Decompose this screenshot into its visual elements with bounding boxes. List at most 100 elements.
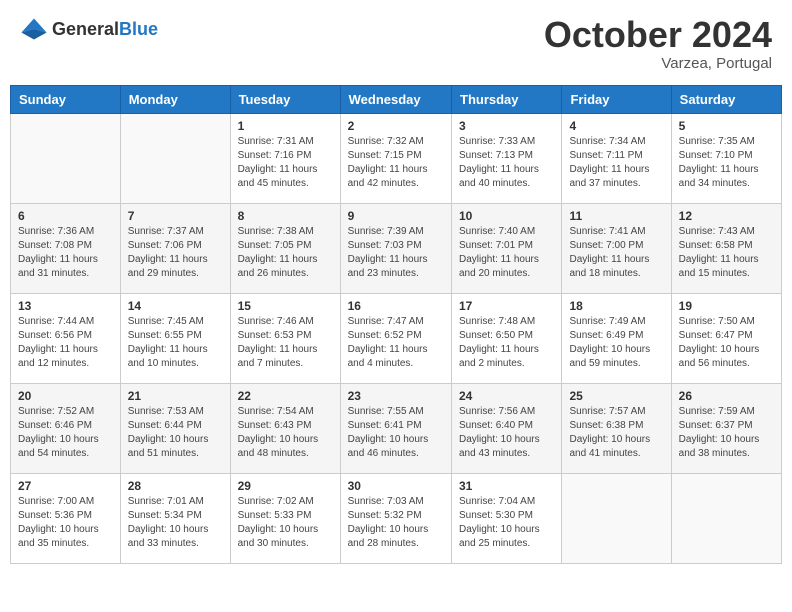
day-number: 7: [128, 209, 223, 223]
calendar-cell: 28 Sunrise: 7:01 AM Sunset: 5:34 PM Dayli…: [120, 473, 230, 563]
calendar-cell: 3Sunrise: 7:33 AM Sunset: 7:13 PM Daylig…: [452, 113, 562, 203]
logo-icon: [20, 15, 48, 43]
calendar-week-row: 6Sunrise: 7:36 AM Sunset: 7:08 PM Daylig…: [11, 203, 782, 293]
column-header-sunday: Sunday: [11, 85, 121, 113]
day-info: Sunrise: 7:54 AM Sunset: 6:43 PM Dayligh…: [238, 405, 333, 461]
calendar-cell: 5 Sunrise: 7:35 AM Sunset: 7:10 PM Daylig…: [671, 113, 781, 203]
day-info: Sunrise: 7:40 AM Sunset: 7:01 PM Dayligh…: [459, 225, 554, 281]
calendar-week-row: 13Sunrise: 7:44 AM Sunset: 6:56 PM Dayli…: [11, 293, 782, 383]
page-header: GeneralBlue October 2024 Varzea, Portuga…: [10, 10, 782, 77]
day-info: Sunrise: 7:35 AM Sunset: 7:10 PM Dayligh…: [679, 135, 774, 191]
day-number: 8: [238, 209, 333, 223]
day-info: Sunrise: 7:57 AM Sunset: 6:38 PM Dayligh…: [569, 405, 663, 461]
day-info: Sunrise: 7:55 AM Sunset: 6:41 PM Dayligh…: [348, 405, 444, 461]
day-number: 27: [18, 479, 113, 493]
calendar-cell: 31 Sunrise: 7:04 AM Sunset: 5:30 PM Dayli…: [452, 473, 562, 563]
day-number: 23: [348, 389, 444, 403]
day-info: Sunrise: 7:50 AM Sunset: 6:47 PM Dayligh…: [679, 315, 774, 371]
calendar-cell: 12 Sunrise: 7:43 AM Sunset: 6:58 PM Dayli…: [671, 203, 781, 293]
day-info: Sunrise: 7:48 AM Sunset: 6:50 PM Dayligh…: [459, 315, 554, 371]
day-number: 6: [18, 209, 113, 223]
calendar-cell: 16Sunrise: 7:47 AM Sunset: 6:52 PM Dayli…: [340, 293, 451, 383]
day-info: Sunrise: 7:01 AM Sunset: 5:34 PM Dayligh…: [128, 495, 223, 551]
day-number: 2: [348, 119, 444, 133]
calendar-week-row: 1 Sunrise: 7:31 AM Sunset: 7:16 PM Daylig…: [11, 113, 782, 203]
day-number: 1: [238, 119, 333, 133]
day-info: Sunrise: 7:03 AM Sunset: 5:32 PM Dayligh…: [348, 495, 444, 551]
day-info: Sunrise: 7:52 AM Sunset: 6:46 PM Dayligh…: [18, 405, 113, 461]
calendar-cell: 23 Sunrise: 7:55 AM Sunset: 6:41 PM Dayli…: [340, 383, 451, 473]
calendar-cell: 6Sunrise: 7:36 AM Sunset: 7:08 PM Daylig…: [11, 203, 121, 293]
calendar-cell: 20Sunrise: 7:52 AM Sunset: 6:46 PM Dayli…: [11, 383, 121, 473]
calendar-cell: 15Sunrise: 7:46 AM Sunset: 6:53 PM Dayli…: [230, 293, 340, 383]
day-number: 31: [459, 479, 554, 493]
day-number: 24: [459, 389, 554, 403]
calendar-cell: 8 Sunrise: 7:38 AM Sunset: 7:05 PM Daylig…: [230, 203, 340, 293]
day-info: Sunrise: 7:31 AM Sunset: 7:16 PM Dayligh…: [238, 135, 333, 191]
calendar-cell: 10 Sunrise: 7:40 AM Sunset: 7:01 PM Dayli…: [452, 203, 562, 293]
column-header-monday: Monday: [120, 85, 230, 113]
day-number: 18: [569, 299, 663, 313]
calendar-cell: 21Sunrise: 7:53 AM Sunset: 6:44 PM Dayli…: [120, 383, 230, 473]
day-number: 13: [18, 299, 113, 313]
calendar-cell: 4 Sunrise: 7:34 AM Sunset: 7:11 PM Daylig…: [562, 113, 671, 203]
day-number: 4: [569, 119, 663, 133]
day-info: Sunrise: 7:37 AM Sunset: 7:06 PM Dayligh…: [128, 225, 223, 281]
day-info: Sunrise: 7:59 AM Sunset: 6:37 PM Dayligh…: [679, 405, 774, 461]
day-number: 9: [348, 209, 444, 223]
calendar-cell: 27Sunrise: 7:00 AM Sunset: 5:36 PM Dayli…: [11, 473, 121, 563]
calendar-week-row: 27Sunrise: 7:00 AM Sunset: 5:36 PM Dayli…: [11, 473, 782, 563]
column-header-thursday: Thursday: [452, 85, 562, 113]
day-number: 10: [459, 209, 554, 223]
day-number: 19: [679, 299, 774, 313]
calendar-cell: 26 Sunrise: 7:59 AM Sunset: 6:37 PM Dayli…: [671, 383, 781, 473]
calendar-cell: 11Sunrise: 7:41 AM Sunset: 7:00 PM Dayli…: [562, 203, 671, 293]
column-header-wednesday: Wednesday: [340, 85, 451, 113]
logo: GeneralBlue: [20, 15, 158, 43]
day-number: 26: [679, 389, 774, 403]
day-number: 3: [459, 119, 554, 133]
day-number: 28: [128, 479, 223, 493]
calendar-cell: 29Sunrise: 7:02 AM Sunset: 5:33 PM Dayli…: [230, 473, 340, 563]
day-number: 12: [679, 209, 774, 223]
calendar-cell: 9 Sunrise: 7:39 AM Sunset: 7:03 PM Daylig…: [340, 203, 451, 293]
location: Varzea, Portugal: [544, 55, 772, 72]
month-title: October 2024: [544, 15, 772, 55]
calendar-header-row: SundayMondayTuesdayWednesdayThursdayFrid…: [11, 85, 782, 113]
calendar-cell: 14Sunrise: 7:45 AM Sunset: 6:55 PM Dayli…: [120, 293, 230, 383]
logo-text-general: General: [52, 19, 119, 39]
calendar-cell: [671, 473, 781, 563]
calendar-cell: 30 Sunrise: 7:03 AM Sunset: 5:32 PM Dayli…: [340, 473, 451, 563]
day-info: Sunrise: 7:04 AM Sunset: 5:30 PM Dayligh…: [459, 495, 554, 551]
calendar-cell: [562, 473, 671, 563]
column-header-saturday: Saturday: [671, 85, 781, 113]
day-info: Sunrise: 7:46 AM Sunset: 6:53 PM Dayligh…: [238, 315, 333, 371]
day-info: Sunrise: 7:47 AM Sunset: 6:52 PM Dayligh…: [348, 315, 444, 371]
day-info: Sunrise: 7:45 AM Sunset: 6:55 PM Dayligh…: [128, 315, 223, 371]
calendar-cell: 17 Sunrise: 7:48 AM Sunset: 6:50 PM Dayli…: [452, 293, 562, 383]
day-info: Sunrise: 7:34 AM Sunset: 7:11 PM Dayligh…: [569, 135, 663, 191]
logo-text-blue: Blue: [119, 19, 158, 39]
calendar-cell: 7 Sunrise: 7:37 AM Sunset: 7:06 PM Daylig…: [120, 203, 230, 293]
day-info: Sunrise: 7:43 AM Sunset: 6:58 PM Dayligh…: [679, 225, 774, 281]
title-section: October 2024 Varzea, Portugal: [544, 15, 772, 72]
day-number: 30: [348, 479, 444, 493]
day-info: Sunrise: 7:38 AM Sunset: 7:05 PM Dayligh…: [238, 225, 333, 281]
day-number: 25: [569, 389, 663, 403]
day-number: 17: [459, 299, 554, 313]
day-number: 22: [238, 389, 333, 403]
day-number: 5: [679, 119, 774, 133]
calendar-cell: [11, 113, 121, 203]
day-info: Sunrise: 7:39 AM Sunset: 7:03 PM Dayligh…: [348, 225, 444, 281]
calendar-table: SundayMondayTuesdayWednesdayThursdayFrid…: [10, 85, 782, 564]
calendar-cell: 2Sunrise: 7:32 AM Sunset: 7:15 PM Daylig…: [340, 113, 451, 203]
column-header-friday: Friday: [562, 85, 671, 113]
column-header-tuesday: Tuesday: [230, 85, 340, 113]
day-info: Sunrise: 7:56 AM Sunset: 6:40 PM Dayligh…: [459, 405, 554, 461]
calendar-cell: 22 Sunrise: 7:54 AM Sunset: 6:43 PM Dayli…: [230, 383, 340, 473]
calendar-cell: 25 Sunrise: 7:57 AM Sunset: 6:38 PM Dayli…: [562, 383, 671, 473]
calendar-cell: 1 Sunrise: 7:31 AM Sunset: 7:16 PM Daylig…: [230, 113, 340, 203]
calendar-cell: 24 Sunrise: 7:56 AM Sunset: 6:40 PM Dayli…: [452, 383, 562, 473]
day-number: 29: [238, 479, 333, 493]
day-info: Sunrise: 7:41 AM Sunset: 7:00 PM Dayligh…: [569, 225, 663, 281]
